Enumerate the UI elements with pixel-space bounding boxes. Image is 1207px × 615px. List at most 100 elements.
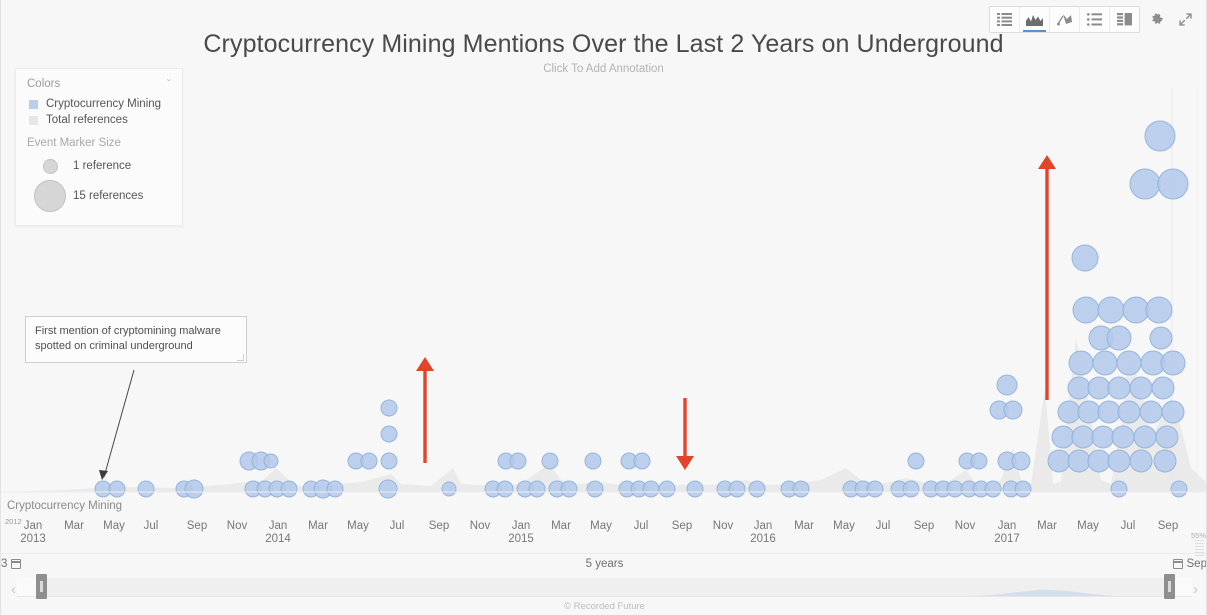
calendar-icon[interactable] [11, 559, 22, 569]
axis-tick-month: May [1077, 520, 1099, 532]
axis-tick: Nov [470, 520, 490, 532]
resize-grip[interactable] [237, 353, 244, 361]
axis-tick-month: May [103, 520, 125, 532]
axis-tick: Jul [634, 520, 649, 532]
axis-tick-month: Sep [186, 520, 208, 532]
axis-tick-month: Mar [308, 520, 328, 532]
legend-item-total-references[interactable]: Total references [27, 112, 171, 128]
axis-tick-month: Sep [671, 520, 693, 532]
time-range-scrubber[interactable]: Jan 1 2013 5 years Sep 22 2017 ‹ › © Rec… [1, 553, 1206, 615]
legend-panel: Colors ˇ Cryptocurrency Mining Total ref… [15, 68, 183, 226]
axis-tick-month: Mar [64, 520, 84, 532]
axis-tick-month: Mar [794, 520, 814, 532]
annotation-arrow-down [676, 398, 694, 470]
axis-tick-month: Jan [23, 520, 43, 532]
axis-tick: Mar [64, 520, 84, 532]
axis-tick: Jul [1121, 520, 1136, 532]
axis-tick: Sep [672, 520, 692, 532]
color-swatch [29, 99, 38, 109]
scrubber-track[interactable] [17, 578, 1192, 597]
axis-year-superscript: 2012 [5, 517, 22, 526]
legend-size-label: 15 references [73, 190, 144, 202]
axis-tick-month: Nov [954, 520, 976, 532]
axis-tick: Jul [390, 520, 405, 532]
axis-tick-month: Jan [268, 520, 288, 532]
annotation-text: First mention of cryptomining malware sp… [35, 325, 221, 352]
scrubber-labels: Jan 1 2013 5 years Sep 22 2017 [1, 558, 1206, 574]
legend-item-cryptocurrency-mining[interactable]: Cryptocurrency Mining [27, 96, 171, 112]
grid-view-icon[interactable] [1109, 7, 1139, 32]
chart-app-window: Cryptocurrency Mining Mentions Over the … [0, 0, 1207, 615]
expand-icon[interactable] [1174, 7, 1196, 32]
axis-tick: Sep [914, 520, 934, 532]
next-page-icon[interactable]: › [1193, 582, 1198, 597]
axis-tick-month: Jul [1120, 520, 1136, 532]
series-row-label: Cryptocurrency Mining [7, 500, 123, 512]
axis-tick: Jan 2015 [508, 520, 534, 545]
legend-size-1-reference: 1 reference [27, 153, 171, 179]
scale-percent-label: 55% [1190, 531, 1206, 540]
prev-page-icon[interactable]: ‹ [11, 582, 16, 597]
scrubber-range-label: 5 years [585, 558, 624, 570]
scrubber-mini-chart [17, 589, 1192, 597]
list-view-icon[interactable] [990, 7, 1019, 32]
legend-item-label: Total references [46, 114, 128, 126]
axis-tick-year: 2013 [20, 533, 46, 545]
axis-tick-year: 2016 [750, 533, 776, 545]
view-mode-group [989, 6, 1140, 33]
axis-tick-month: Nov [226, 520, 248, 532]
calendar-icon[interactable] [1172, 559, 1183, 569]
legend-size-15-references: 15 references [27, 179, 171, 213]
axis-tick: Jan 2016 [750, 520, 776, 545]
axis-tick: May [1077, 520, 1099, 532]
x-axis: 2012 55% Jan 2013 Mar May Jul Sep Nov Jan 2014 Ma… [1, 516, 1206, 556]
annotation-arrow-up [1038, 155, 1056, 400]
axis-tick-month: Jul [633, 520, 649, 532]
legend-colors-title: Colors [27, 78, 61, 90]
gear-icon[interactable] [1146, 7, 1168, 32]
chevron-down-icon[interactable]: ˇ [167, 78, 171, 90]
annotation-leader-line [99, 369, 135, 480]
axis-tick-month: Jan [511, 520, 531, 532]
axis-tick: Sep [1158, 520, 1178, 532]
scrubber-handle-end[interactable] [1163, 574, 1175, 599]
axis-tick: Nov [713, 520, 733, 532]
legend-size-label: 1 reference [73, 160, 132, 172]
axis-tick: Nov [227, 520, 247, 532]
axis-tick: Sep [187, 520, 207, 532]
scrubber-baseline [17, 596, 1192, 597]
axis-tick-month: Sep [1157, 520, 1179, 532]
scrubber-start-label[interactable]: Jan 1 2013 [1, 558, 22, 570]
axis-tick-month: Mar [551, 520, 571, 532]
scrubber-handle-start[interactable] [35, 574, 47, 599]
axis-tick-year: 2017 [994, 533, 1020, 545]
chart-view-icon[interactable] [1019, 7, 1049, 32]
axis-tick-month: May [347, 520, 369, 532]
view-toolbar [989, 6, 1196, 33]
annotation-callout[interactable]: First mention of cryptomining malware sp… [25, 316, 247, 363]
axis-tick: Mar [308, 520, 328, 532]
network-view-icon[interactable] [1049, 7, 1079, 32]
axis-tick-month: Jul [143, 520, 159, 532]
axis-tick: Jul [876, 520, 891, 532]
legend-size-title: Event Marker Size [27, 137, 121, 149]
axis-tick-month: Sep [428, 520, 450, 532]
axis-tick-month: Jul [389, 520, 405, 532]
scrubber-end-label[interactable]: Sep 22 2017 [1172, 558, 1206, 570]
axis-tick: May [347, 520, 369, 532]
timeline-view-icon[interactable] [1079, 7, 1109, 32]
axis-tick: Nov [955, 520, 975, 532]
axis-tick-month: May [833, 520, 855, 532]
axis-tick-month: May [590, 520, 612, 532]
axis-tick-month: Nov [712, 520, 734, 532]
copyright-footer: © Recorded Future [564, 601, 645, 612]
marker-dot-large [34, 180, 66, 212]
axis-tick: Jul [144, 520, 159, 532]
legend-item-label: Cryptocurrency Mining [46, 98, 162, 110]
axis-tick: Jan 2013 [20, 520, 46, 545]
axis-tick: Jan 2017 [994, 520, 1020, 545]
axis-tick: May [103, 520, 125, 532]
annotation-arrow-up [416, 357, 434, 463]
axis-tick-year: 2014 [265, 533, 291, 545]
color-swatch [29, 115, 38, 125]
